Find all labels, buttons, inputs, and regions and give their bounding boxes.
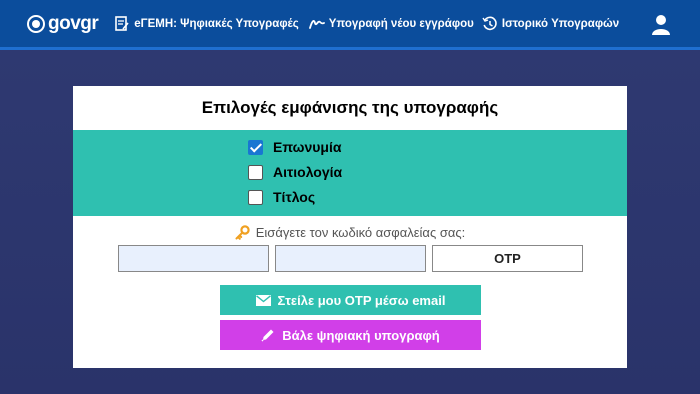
option-label: Τίτλος (273, 189, 316, 205)
card-title: Επιλογές εμφάνισης της υπογραφής (201, 98, 499, 117)
send-otp-email-label: Στείλε μου OTP μέσω email (277, 292, 446, 308)
option-label: Επωνυμία (273, 139, 342, 155)
password-prompt: Εισάγετε τον κωδικό ασφαλείας σας: (73, 223, 627, 241)
nav-item-new-signature[interactable]: Υπογραφή νέου εγγράφου (308, 0, 474, 49)
option-reason[interactable]: Αιτιολογία (248, 162, 342, 182)
nav-item-label: Ιστορικό Υπογραφών (501, 17, 620, 30)
send-otp-email-button[interactable]: Στείλε μου OTP μέσω email (220, 285, 481, 315)
option-company-name[interactable]: Επωνυμία (248, 137, 342, 157)
signature-icon (308, 16, 325, 32)
history-icon (482, 16, 498, 32)
option-label: Αιτιολογία (273, 164, 343, 180)
nav-item-signature-history[interactable]: Ιστορικό Υπογραφών (482, 0, 619, 49)
apply-digital-signature-label: Βάλε ψηφιακή υπογραφή (282, 327, 440, 343)
apply-digital-signature-button[interactable]: Βάλε ψηφιακή υπογραφή (220, 320, 481, 350)
user-icon[interactable] (652, 14, 670, 36)
password-field-1[interactable] (118, 245, 269, 272)
logo-text: govgr (48, 12, 99, 34)
nav-item-egemi-signatures[interactable]: eΓΕΜΗ: Ψηφιακές Υπογραφές (114, 0, 299, 49)
title-checkbox[interactable] (248, 189, 263, 205)
key-icon (235, 224, 250, 240)
nav-item-label: eΓΕΜΗ: Ψηφιακές Υπογραφές (134, 17, 299, 30)
top-navigation-bar: govgr eΓΕΜΗ: Ψηφιακές Υπογραφές Υπογραφή… (0, 0, 700, 50)
password-prompt-text: Εισάγετε τον κωδικό ασφαλείας σας: (255, 224, 466, 240)
company-name-checkbox[interactable] (248, 139, 263, 155)
pencil-icon (261, 328, 275, 342)
document-sign-icon (114, 16, 130, 32)
signature-options-card: Επιλογές εμφάνισης της υπογραφής Επωνυμί… (73, 86, 627, 368)
option-title[interactable]: Τίτλος (248, 187, 315, 207)
envelope-icon (255, 294, 271, 306)
nav-item-label: Υπογραφή νέου εγγράφου (328, 17, 474, 30)
reason-checkbox[interactable] (248, 164, 263, 180)
password-field-2[interactable] (275, 245, 426, 272)
otp-button[interactable]: OTP (432, 245, 583, 272)
display-options-panel: Επωνυμία Αιτιολογία Τίτλος (73, 130, 627, 216)
govgr-logo-mark-icon (27, 14, 45, 33)
govgr-logo[interactable]: govgr (27, 0, 99, 49)
